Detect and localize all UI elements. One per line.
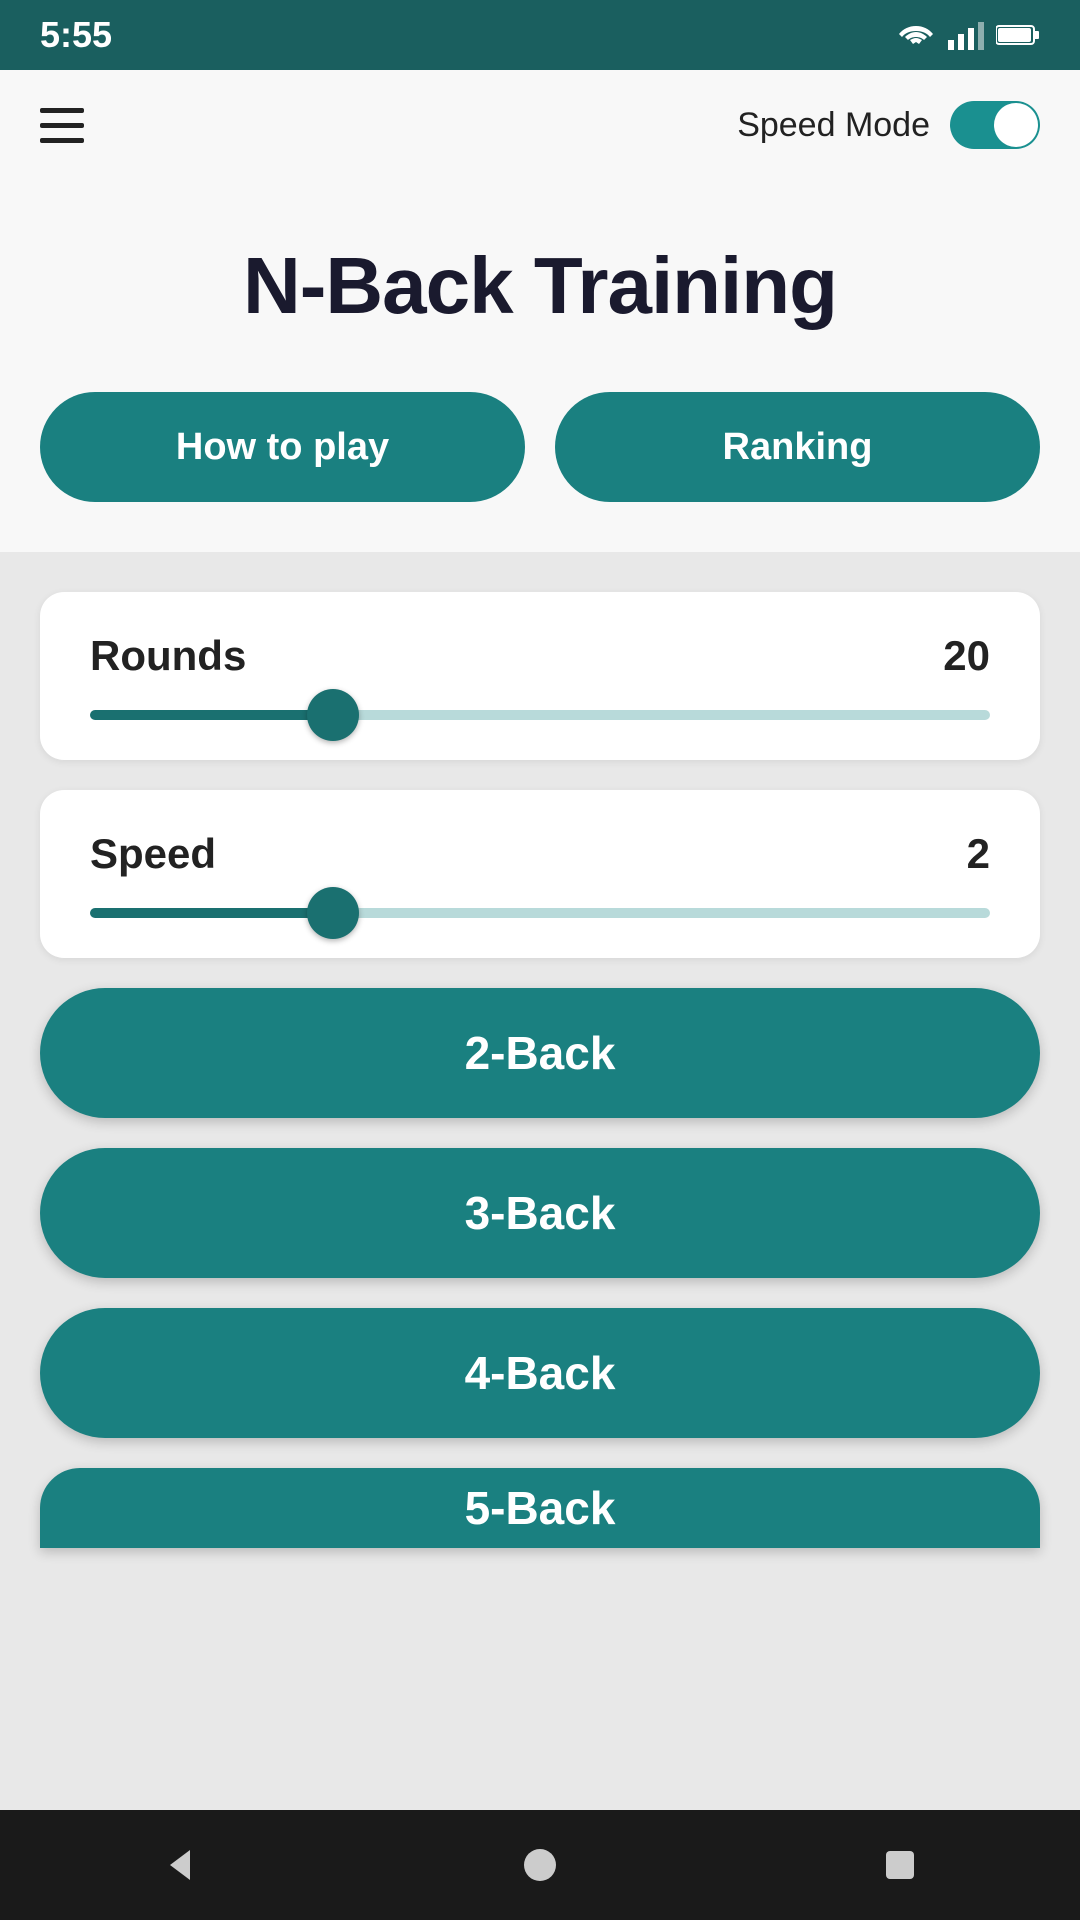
status-bar: 5:55: [0, 0, 1080, 70]
menu-button[interactable]: [40, 108, 84, 143]
hamburger-line-1: [40, 108, 84, 113]
speed-mode-label: Speed Mode: [737, 106, 930, 145]
status-icons: [896, 20, 1040, 50]
how-to-play-button[interactable]: How to play: [40, 392, 525, 502]
five-back-button[interactable]: 5-Back: [40, 1468, 1040, 1548]
rounds-slider-track[interactable]: [90, 710, 990, 720]
wifi-icon: [896, 20, 936, 50]
home-icon: [520, 1845, 560, 1885]
back-icon: [160, 1845, 200, 1885]
rounds-slider-header: Rounds 20: [90, 632, 990, 680]
speed-slider-thumb[interactable]: [307, 887, 359, 939]
two-back-button[interactable]: 2-Back: [40, 988, 1040, 1118]
main-content: Rounds 20 Speed 2 2-Back 3-Back 4-Back 5…: [0, 552, 1080, 1810]
nav-bar: [0, 1810, 1080, 1920]
nav-back-button[interactable]: [140, 1825, 220, 1905]
four-back-button[interactable]: 4-Back: [40, 1308, 1040, 1438]
speed-slider-track[interactable]: [90, 908, 990, 918]
rounds-slider-card: Rounds 20: [40, 592, 1040, 760]
app-title: N-Back Training: [40, 240, 1040, 332]
three-back-button[interactable]: 3-Back: [40, 1148, 1040, 1278]
hamburger-line-2: [40, 123, 84, 128]
toggle-knob: [994, 103, 1038, 147]
speed-mode-container: Speed Mode: [737, 101, 1040, 149]
speed-slider-card: Speed 2: [40, 790, 1040, 958]
rounds-value: 20: [943, 632, 990, 680]
recent-icon: [882, 1847, 918, 1883]
top-bar: Speed Mode: [0, 70, 1080, 180]
hero-buttons: How to play Ranking: [40, 392, 1040, 502]
hamburger-line-3: [40, 138, 84, 143]
speed-slider-header: Speed 2: [90, 830, 990, 878]
rounds-label: Rounds: [90, 632, 246, 680]
battery-icon: [996, 23, 1040, 47]
signal-icon: [948, 20, 984, 50]
nav-home-button[interactable]: [500, 1825, 580, 1905]
speed-mode-toggle[interactable]: [950, 101, 1040, 149]
status-time: 5:55: [40, 14, 112, 56]
hero-section: N-Back Training How to play Ranking: [0, 180, 1080, 552]
speed-value: 2: [967, 830, 990, 878]
nav-recent-button[interactable]: [860, 1825, 940, 1905]
ranking-button[interactable]: Ranking: [555, 392, 1040, 502]
rounds-slider-thumb[interactable]: [307, 689, 359, 741]
speed-label: Speed: [90, 830, 216, 878]
